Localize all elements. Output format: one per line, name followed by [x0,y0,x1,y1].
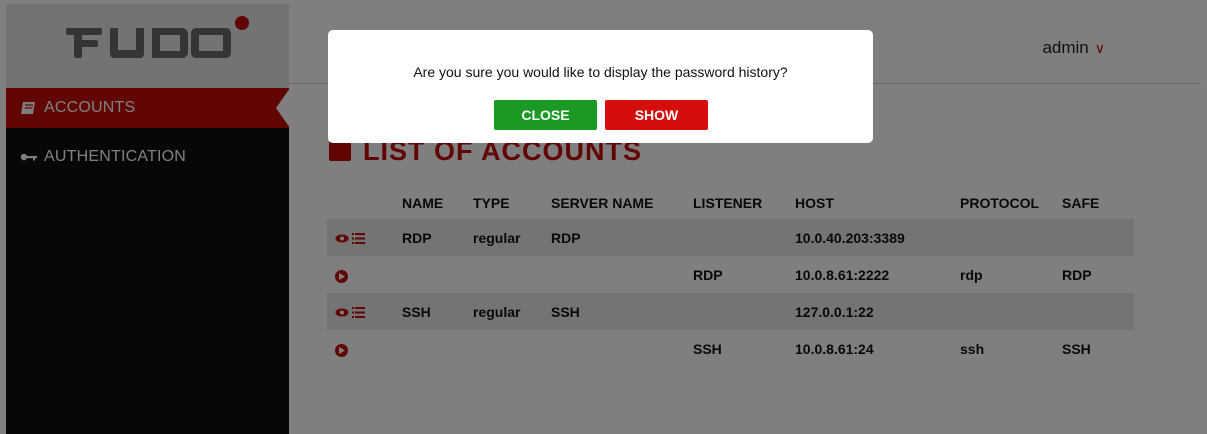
show-button[interactable]: SHOW [605,100,708,130]
confirm-dialog: Are you sure you would like to display t… [328,30,873,143]
close-button[interactable]: CLOSE [494,100,597,130]
dialog-message: Are you sure you would like to display t… [413,64,788,80]
